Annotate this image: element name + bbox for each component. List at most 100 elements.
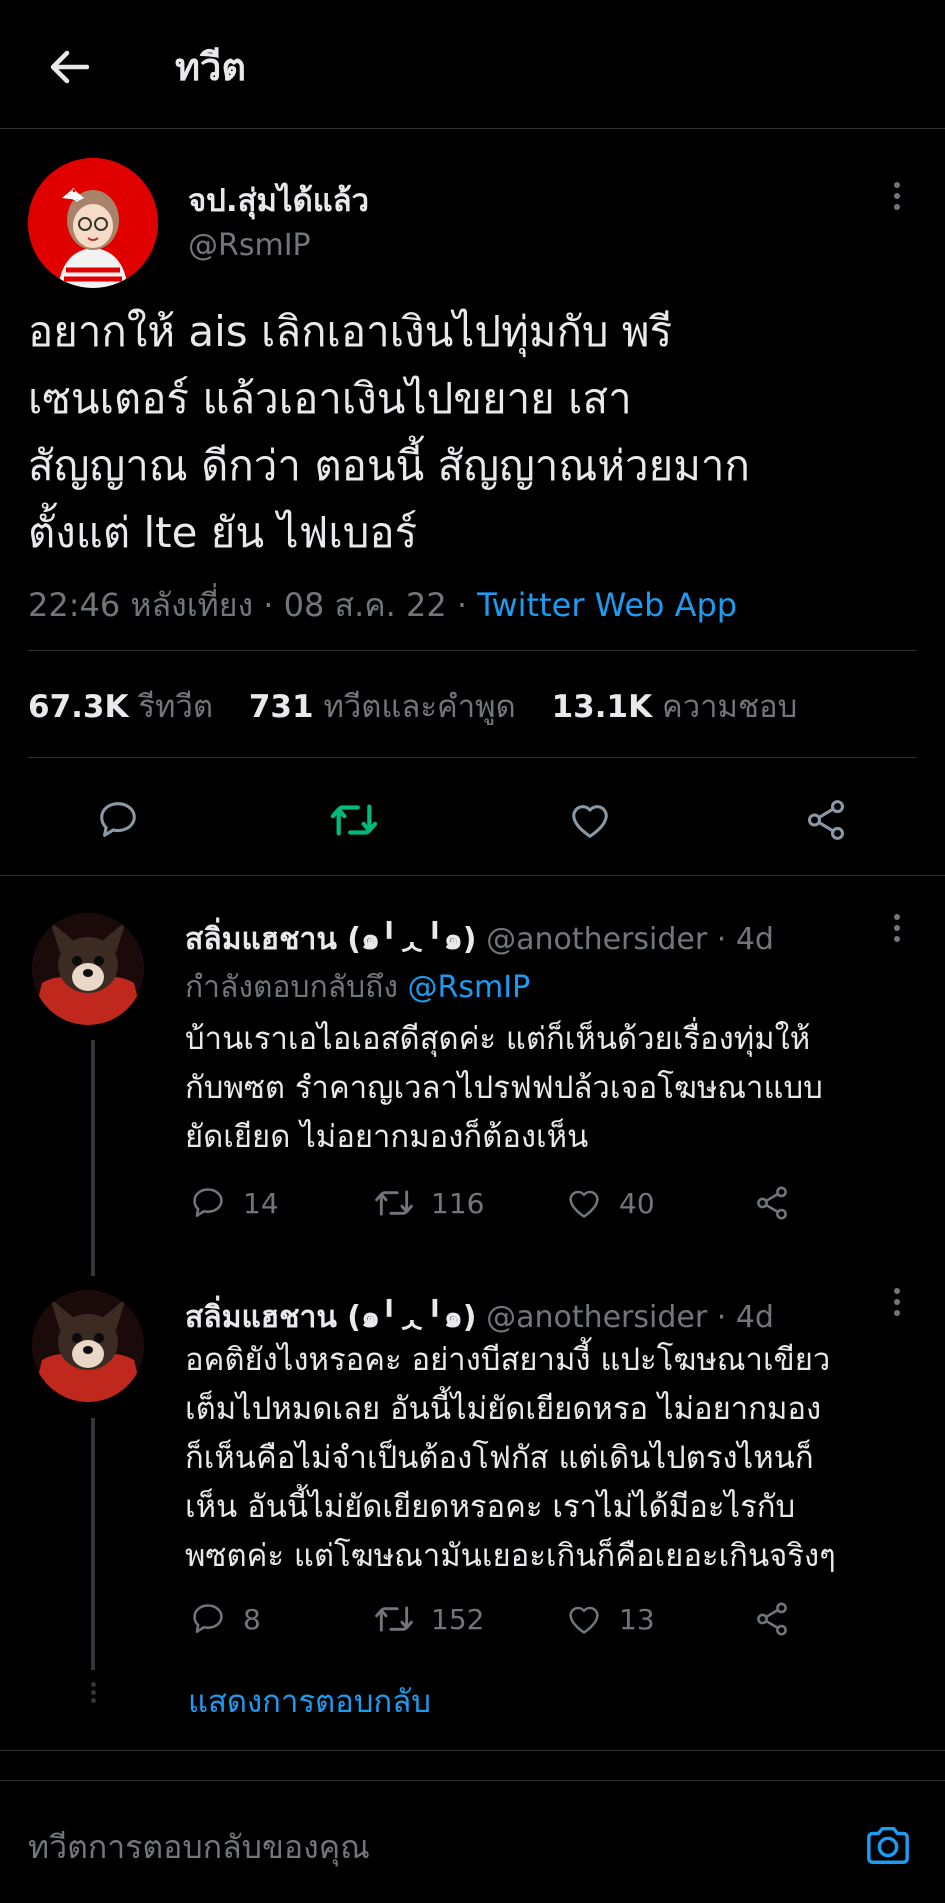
tweet-meta: 22:46 หลังเที่ยง · 08 ส.ค. 22 · Twitter …	[28, 580, 737, 631]
chihuahua-avatar	[32, 1290, 144, 1402]
separator-dot: ·	[716, 922, 727, 957]
replying-to-link[interactable]: @RsmIP	[408, 970, 531, 1005]
like-button[interactable]	[560, 790, 620, 850]
reply-more-button[interactable]	[882, 1282, 912, 1322]
author-avatar[interactable]	[28, 158, 158, 288]
back-button[interactable]	[40, 38, 98, 96]
show-replies-link[interactable]: แสดงการตอบกลับ	[188, 1676, 431, 1726]
comment-icon	[100, 802, 136, 837]
reply-age: 4d	[735, 922, 774, 957]
more-dot	[894, 1310, 900, 1316]
camera-icon	[867, 1826, 909, 1864]
reply-text: อคติยังไงหรอคะ อย่างบีสยามงี้ แปะโฆษณาเข…	[185, 1342, 836, 1574]
reply-header: สลิ่มแฮชาน (๑╹ᆺ╹๑) @anothersider · 4d	[185, 1292, 774, 1341]
retweet-count: 152	[431, 1602, 485, 1636]
cartoon-girl-avatar	[28, 158, 158, 288]
heart-icon	[569, 1190, 599, 1218]
retweet-icon	[375, 1190, 413, 1216]
tweet-time: 22:46 หลังเที่ยง	[28, 586, 254, 624]
more-dot	[894, 936, 900, 942]
like-count: 40	[619, 1186, 655, 1220]
reply-text: บ้านเราเอไอเอสดีสุดค่ะ แต่ก็เห็นด้วยเรื่…	[185, 1021, 823, 1155]
comment-icon	[193, 1604, 223, 1633]
reply-retweet-button[interactable]: 116	[373, 1184, 484, 1222]
arrow-left-icon	[50, 50, 89, 84]
separator-dot: ·	[456, 586, 468, 624]
reply-more-button[interactable]	[882, 908, 912, 948]
reply-input[interactable]: ทวีตการตอบกลับของคุณ	[28, 1822, 370, 1873]
reply-author-name[interactable]: สลิ่มแฮชาน (๑╹ᆺ╹๑)	[185, 922, 477, 957]
tweet-stats: 67.3K รีทวีต 731 ทวีตและคำพูด 13.1K ความ…	[28, 681, 797, 731]
retweets-count: 67.3K	[28, 689, 129, 725]
likes-count: 13.1K	[551, 689, 653, 725]
meta-divider	[28, 650, 917, 651]
separator-dot: ·	[716, 1300, 727, 1335]
more-dot	[894, 1288, 900, 1294]
share-icon	[807, 800, 845, 840]
reply-share-button[interactable]	[753, 1600, 791, 1638]
more-dot	[894, 182, 900, 188]
retweets-label: รีทวีต	[138, 689, 213, 725]
tweet-text: อยากให้ ais เลิกเอาเงินไปทุ่มกับ พรี เซน…	[28, 307, 750, 557]
share-icon	[757, 1602, 787, 1636]
replying-to: กำลังตอบกลับถึง @RsmIP	[185, 964, 530, 1011]
thread-ellipsis-icon	[89, 1682, 97, 1703]
heart-icon	[572, 805, 608, 838]
reply-like-button[interactable]: 13	[565, 1600, 655, 1638]
page-title: ทวีต	[175, 45, 247, 89]
reply-reply-button[interactable]: 14	[189, 1184, 279, 1222]
more-options-button[interactable]	[882, 176, 912, 216]
reply-share-button[interactable]	[753, 1184, 791, 1222]
retweet-icon	[330, 804, 378, 836]
reply-header: สลิ่มแฮชาน (๑╹ᆺ╹๑) @anothersider · 4d	[185, 914, 774, 963]
reply-count: 14	[243, 1186, 279, 1220]
camera-button[interactable]	[858, 1815, 918, 1875]
tweet-source-link[interactable]: Twitter Web App	[477, 586, 737, 624]
top-bar: ทวีต	[0, 0, 945, 128]
chihuahua-avatar	[32, 913, 144, 1025]
share-button[interactable]	[796, 790, 856, 850]
reply-author-handle[interactable]: @anothersider	[486, 922, 707, 957]
stats-divider	[28, 757, 917, 758]
more-dot	[894, 193, 900, 199]
reply-reply-button[interactable]: 8	[189, 1600, 261, 1638]
reply-avatar[interactable]	[32, 1290, 144, 1402]
retweets-stat[interactable]: 67.3K รีทวีต	[28, 689, 213, 725]
reply-author-name[interactable]: สลิ่มแฮชาน (๑╹ᆺ╹๑)	[185, 1300, 477, 1335]
reply-like-button[interactable]: 40	[565, 1184, 655, 1222]
separator-dot: ·	[263, 586, 274, 624]
author-name[interactable]: จป.สุ่มได้แล้ว	[188, 175, 369, 225]
reply-retweet-button[interactable]: 152	[373, 1600, 484, 1638]
likes-stat[interactable]: 13.1K ความชอบ	[552, 689, 798, 725]
compose-divider	[0, 1780, 945, 1781]
reply-age: 4d	[735, 1300, 774, 1335]
like-count: 13	[619, 1602, 655, 1636]
heart-icon	[569, 1606, 599, 1634]
quotes-stat[interactable]: 731 ทวีตและคำพูด	[249, 689, 516, 725]
thread-divider	[0, 1750, 945, 1751]
reply-action-bar: 14 116 40	[185, 1184, 925, 1224]
reply-button[interactable]	[88, 790, 148, 850]
quotes-label: ทวีตและคำพูด	[323, 689, 516, 725]
quotes-count: 731	[248, 689, 314, 725]
tweet-divider	[0, 875, 945, 876]
retweet-icon	[375, 1606, 413, 1632]
retweet-button[interactable]	[324, 790, 384, 850]
more-dot	[894, 1299, 900, 1305]
reply-action-bar: 8 152 13	[185, 1600, 925, 1640]
replying-to-prefix: กำลังตอบกลับถึง	[185, 970, 398, 1005]
retweet-count: 116	[431, 1186, 485, 1220]
tweet-date: 08 ส.ค. 22	[283, 586, 447, 624]
header-divider	[0, 128, 945, 129]
thread-line	[91, 1418, 95, 1670]
reply-author-handle[interactable]: @anothersider	[486, 1300, 707, 1335]
reply-avatar[interactable]	[32, 913, 144, 1025]
likes-label: ความชอบ	[661, 689, 798, 725]
comment-icon	[193, 1188, 223, 1217]
reply-count: 8	[243, 1602, 261, 1636]
more-dot	[894, 914, 900, 920]
thread-line	[91, 1040, 95, 1276]
more-dot	[894, 925, 900, 931]
share-icon	[757, 1186, 787, 1220]
author-handle[interactable]: @RsmIP	[188, 228, 311, 263]
